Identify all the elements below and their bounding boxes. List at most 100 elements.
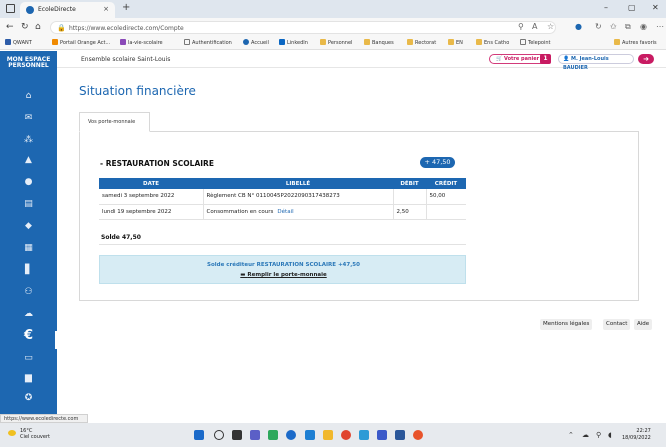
bookmark-vie-scolaire[interactable]: la-vie-scolaire — [120, 39, 163, 46]
section-title: - RESTAURATION SCOLAIRE — [100, 159, 214, 168]
close-tab-icon[interactable]: × — [103, 5, 109, 13]
mail-icon[interactable]: ✉ — [23, 113, 34, 123]
weather-widget[interactable]: 16°C Ciel couvert — [8, 428, 50, 440]
bookmark-personnel[interactable]: Personnel — [320, 39, 352, 46]
logout-icon[interactable]: ➜ — [638, 54, 654, 64]
word-icon[interactable] — [395, 430, 405, 440]
user-button[interactable]: 👤 M. Jean-Louis BAUDIER — [558, 54, 634, 71]
bookmark-telepoint[interactable]: Telepoint — [520, 39, 551, 46]
solde-total: Solde 47,50 — [101, 234, 141, 241]
cloud-sys-icon[interactable]: ☁ — [582, 431, 589, 439]
tab-title: EcoleDirecte — [38, 6, 76, 13]
explorer-icon[interactable] — [323, 430, 333, 440]
col-libelle: LIBELLÉ — [203, 178, 393, 189]
cart-button[interactable]: 🛒 Votre panier — [489, 54, 546, 64]
edge-icon[interactable] — [286, 430, 296, 440]
chevron-up-icon[interactable]: ⌃ — [568, 431, 574, 439]
book-icon[interactable]: ▆ — [23, 373, 34, 383]
chrome-icon[interactable] — [341, 430, 351, 440]
refresh-icon[interactable]: ↻ — [21, 22, 29, 32]
help-icon[interactable]: ✪ — [23, 393, 34, 403]
bookmarks-bar: QWANT Portail Orange Act... la-vie-scola… — [0, 37, 666, 50]
minimize-icon[interactable]: – — [604, 3, 608, 12]
calendar-icon[interactable]: ▦ — [23, 243, 34, 253]
bookmark-rectorat[interactable]: Rectorat — [407, 39, 436, 46]
address-row: ← ↻ ⌂ 🔒 https://www.ecoledirecte.com/Com… — [0, 18, 666, 37]
network-icon[interactable]: ⚇ — [23, 287, 34, 297]
bookmark-accueil[interactable]: Accueil — [243, 39, 269, 46]
bookmark-qwant[interactable]: QWANT — [5, 39, 32, 46]
browser-titlebar: EcoleDirecte × + – ▢ ✕ — [0, 0, 666, 18]
group-icon[interactable]: ⁂ — [23, 135, 34, 145]
maximize-icon[interactable]: ▢ — [628, 3, 636, 12]
refill-link[interactable]: ▬ Remplir le porte-monnaie — [100, 272, 467, 278]
bookmark-auth[interactable]: Authentification — [184, 39, 232, 46]
row-date: samedi 3 septembre 2022 — [99, 189, 204, 205]
folder-icon — [448, 39, 454, 45]
table-row: samedi 3 septembre 2022 Règlement CB N° … — [99, 189, 466, 205]
profile-icon[interactable]: ◉ — [640, 22, 647, 31]
search-icon[interactable] — [214, 430, 224, 440]
euro-icon[interactable]: € — [23, 329, 34, 343]
favorite-star-icon[interactable]: ☆ — [547, 22, 554, 31]
new-tab-icon[interactable]: + — [122, 2, 130, 13]
home-browser-icon[interactable]: ⌂ — [35, 22, 41, 32]
browser-tab[interactable]: EcoleDirecte × — [20, 2, 115, 18]
document-icon[interactable]: ▤ — [23, 199, 34, 209]
tab-actions-icon[interactable] — [6, 4, 15, 13]
back-icon[interactable]: ← — [6, 22, 14, 32]
app-icon[interactable] — [268, 430, 278, 440]
close-window-icon[interactable]: ✕ — [652, 3, 659, 12]
bookmark-autres[interactable]: Autres favoris — [614, 39, 657, 46]
app2-icon[interactable] — [359, 430, 369, 440]
collections-icon[interactable]: ⧉ — [625, 22, 631, 32]
detail-link[interactable]: Détail — [277, 209, 293, 215]
legal-button[interactable]: Mentions légales — [540, 319, 593, 330]
address-bar[interactable]: 🔒 https://www.ecoledirecte.com/Compte — [50, 21, 556, 34]
card-icon[interactable]: ▭ — [23, 353, 34, 363]
bookmark-ens-catho[interactable]: Ens Catho — [476, 39, 509, 46]
sidebar: MON ESPACE PERSONNEL ⌂ ✉ ⁂ ▲ ● ▤ ◆ ▦ ▋ ⚇… — [0, 51, 58, 415]
windows-start-icon[interactable] — [194, 430, 204, 440]
store-icon[interactable] — [305, 430, 315, 440]
orange-icon — [52, 39, 58, 45]
firefox-icon[interactable] — [413, 430, 423, 440]
cloud-icon[interactable]: ☁ — [23, 309, 34, 319]
transactions-table: DATE LIBELLÉ DÉBIT CRÉDIT samedi 3 septe… — [99, 178, 466, 220]
cart-count-badge[interactable]: 1 — [540, 54, 551, 64]
help-button[interactable]: Aide — [634, 319, 653, 330]
vie-scolaire-icon — [120, 39, 126, 45]
folder-icon — [407, 39, 413, 45]
url-text: https://www.ecoledirecte.com/Compte — [69, 25, 184, 32]
home-icon[interactable]: ⌂ — [23, 91, 34, 101]
outlook-icon[interactable] — [377, 430, 387, 440]
extension-icon[interactable]: ● — [575, 22, 582, 31]
lock-icon[interactable]: 🔒 — [57, 24, 66, 32]
row-libelle: Consommation en cours Détail — [203, 204, 394, 220]
contact-button[interactable]: Contact — [603, 319, 631, 330]
clock[interactable]: 22:27 18/09/2022 — [622, 428, 651, 442]
bookmark-banques[interactable]: Banques — [364, 39, 394, 46]
tab-porte-monnaie[interactable]: Vos porte-monnaie — [79, 112, 150, 132]
page-icon — [184, 39, 190, 45]
favicon-icon — [26, 6, 34, 14]
divider — [99, 244, 466, 245]
teams-icon[interactable] — [250, 430, 260, 440]
volume-icon[interactable]: ◖ — [608, 431, 612, 439]
menu-dots-icon[interactable]: ⋯ — [656, 22, 664, 31]
bookmark-linkedin[interactable]: LinkedIn — [279, 39, 308, 46]
notebook-icon[interactable]: ▋ — [23, 265, 34, 275]
row-credit: 50,00 — [426, 189, 466, 205]
read-aloud-icon[interactable]: A — [532, 22, 537, 31]
network-sys-icon[interactable]: ⚲ — [596, 431, 601, 439]
zoom-icon[interactable]: ⚲ — [518, 22, 524, 31]
task-view-icon[interactable] — [232, 430, 242, 440]
bookmark-orange[interactable]: Portail Orange Act... — [52, 39, 110, 46]
circle-icon[interactable]: ● — [23, 177, 34, 187]
reload-ext-icon[interactable]: ↻ — [595, 22, 602, 31]
graduation-icon[interactable]: ▲ — [23, 155, 34, 165]
bookmark-en[interactable]: EN — [448, 39, 463, 46]
layers-icon[interactable]: ◆ — [23, 221, 34, 231]
table-row: lundi 19 septembre 2022 Consommation en … — [99, 204, 466, 220]
favorites-icon[interactable]: ✩ — [610, 22, 617, 31]
